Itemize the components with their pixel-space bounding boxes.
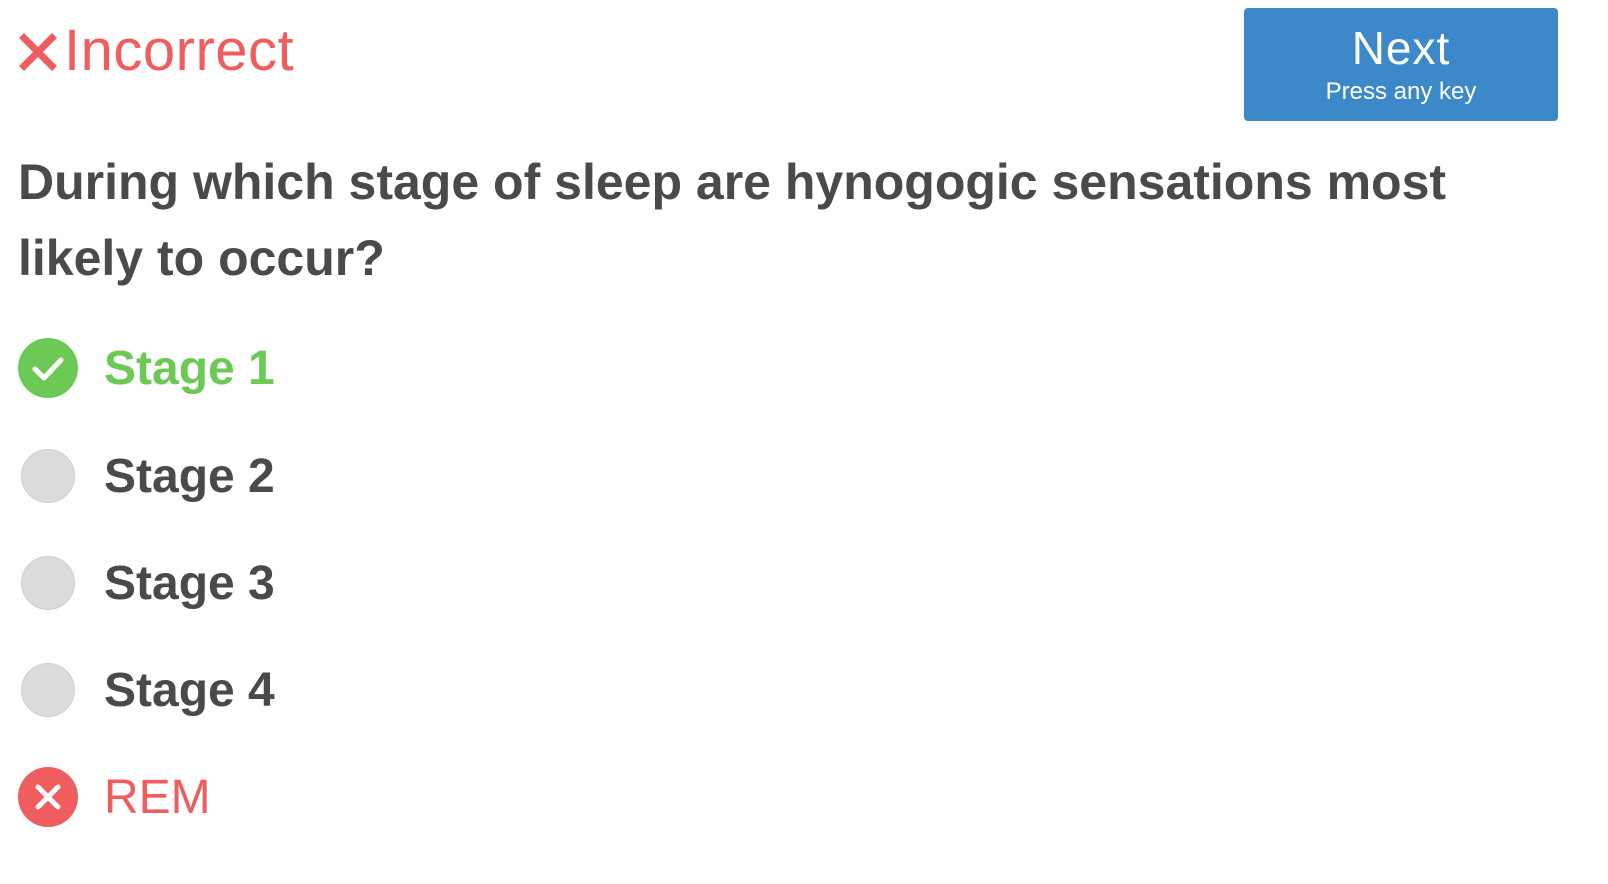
option-label: Stage 4 <box>104 663 275 717</box>
option-stage-3[interactable]: Stage 3 <box>18 551 275 615</box>
option-label: Stage 1 <box>104 341 275 395</box>
option-rem[interactable]: REM <box>18 765 211 829</box>
option-stage-4[interactable]: Stage 4 <box>18 658 275 722</box>
quiz-page: Incorrect Next Press any key During whic… <box>0 0 1608 884</box>
radio-empty-icon <box>21 556 75 610</box>
next-button[interactable]: Next Press any key <box>1244 8 1558 121</box>
check-circle-icon <box>18 338 78 398</box>
result-header: Incorrect <box>18 14 294 86</box>
result-status-label: Incorrect <box>64 17 295 83</box>
x-circle-icon <box>18 767 78 827</box>
next-button-hint: Press any key <box>1325 77 1477 105</box>
x-icon <box>19 33 57 71</box>
radio-empty-icon <box>21 663 75 717</box>
radio-empty-icon <box>21 449 75 503</box>
option-stage-2[interactable]: Stage 2 <box>18 444 275 508</box>
option-label: Stage 2 <box>104 449 275 503</box>
option-label: REM <box>104 770 211 824</box>
option-stage-1[interactable]: Stage 1 <box>18 336 275 400</box>
option-label: Stage 3 <box>104 556 275 610</box>
question-text: During which stage of sleep are hynogogi… <box>18 154 1447 286</box>
next-button-label: Next <box>1351 21 1451 74</box>
